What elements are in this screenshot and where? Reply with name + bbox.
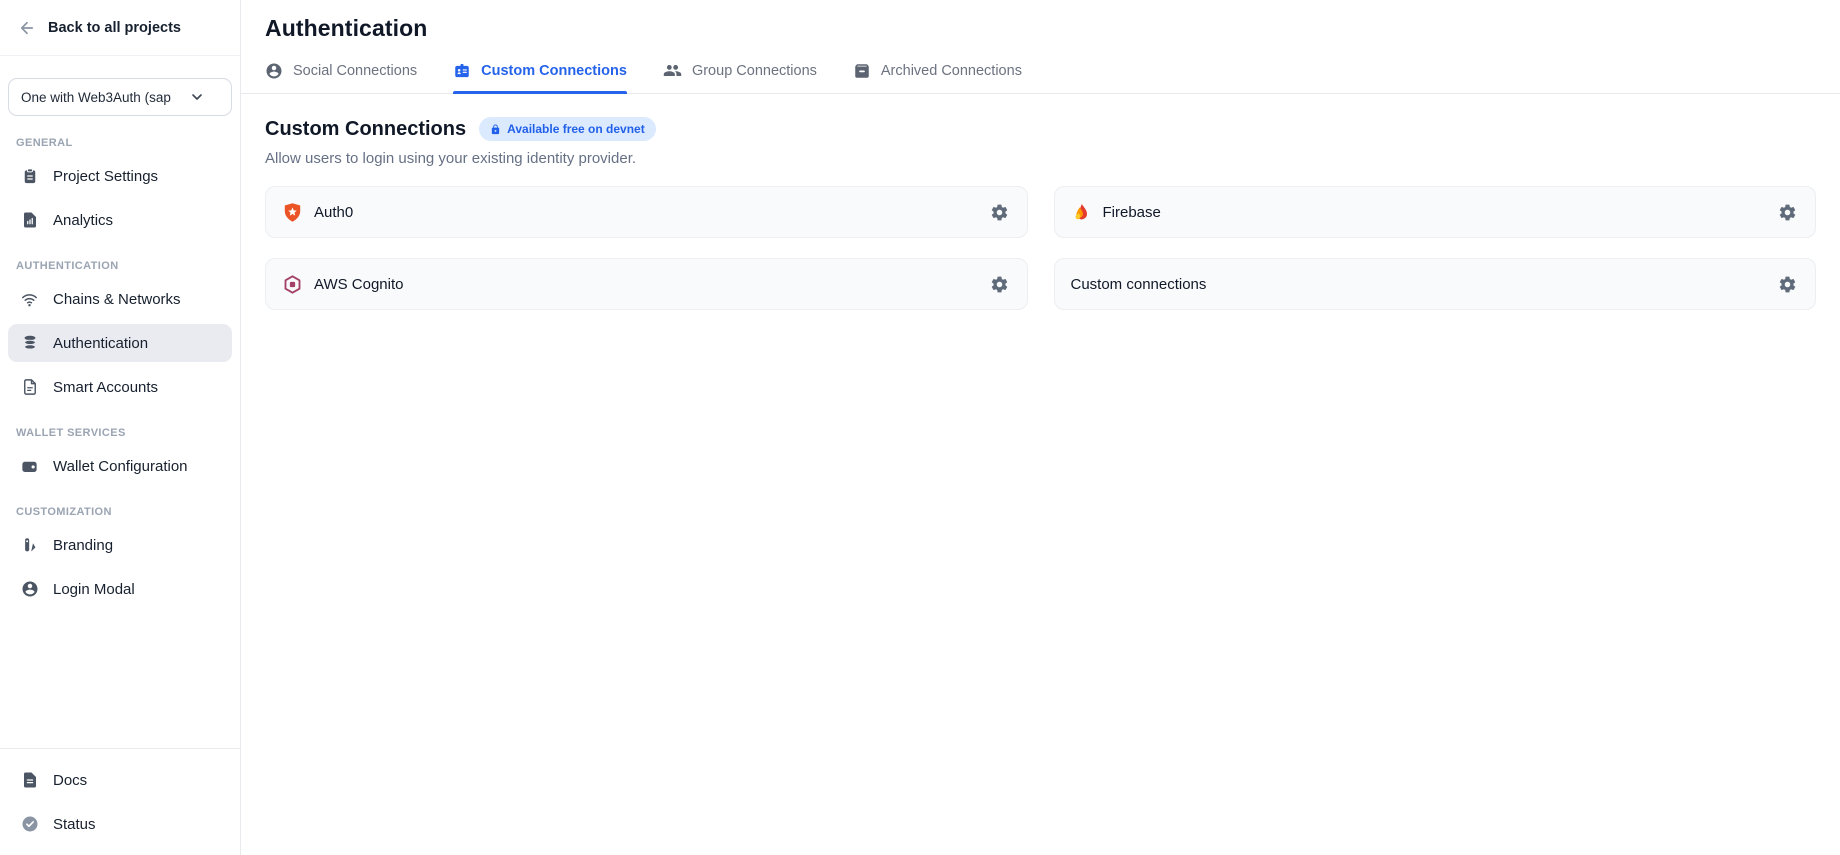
branding-icon <box>20 536 39 554</box>
settings-gear-button[interactable] <box>1776 201 1799 224</box>
main-content: Authentication Social Connections Custom… <box>241 0 1840 855</box>
tab-custom-connections[interactable]: Custom Connections <box>453 61 627 93</box>
connection-card-label: Firebase <box>1103 204 1161 221</box>
sidebar-item-analytics[interactable]: Analytics <box>8 201 232 239</box>
sidebar-item-wallet-configuration[interactable]: Wallet Configuration <box>8 447 232 485</box>
sidebar-item-label: Chains & Networks <box>53 291 181 308</box>
sidebar-item-label: Status <box>53 816 96 833</box>
settings-gear-button[interactable] <box>988 201 1011 224</box>
firebase-logo <box>1071 202 1092 223</box>
sidebar-item-project-settings[interactable]: Project Settings <box>8 157 232 195</box>
file-icon <box>20 378 39 396</box>
sidebar-item-label: Branding <box>53 537 113 554</box>
tab-group-connections[interactable]: Group Connections <box>663 61 817 93</box>
tab-label: Group Connections <box>692 63 817 79</box>
tab-label: Custom Connections <box>481 63 627 79</box>
tab-archived-connections[interactable]: Archived Connections <box>853 61 1022 93</box>
devnet-badge-label: Available free on devnet <box>507 122 645 136</box>
sidebar-item-label: Authentication <box>53 335 148 352</box>
sidebar-item-chains-networks[interactable]: Chains & Networks <box>8 280 232 318</box>
sidebar-item-status[interactable]: Status <box>8 805 232 843</box>
project-selector[interactable]: One with Web3Auth (sap <box>8 78 232 116</box>
auth0-logo <box>282 202 303 223</box>
wallet-icon <box>20 457 39 476</box>
user-circle-icon <box>20 580 39 598</box>
connection-card-custom[interactable]: Custom connections <box>1054 258 1817 310</box>
analytics-icon <box>20 211 39 229</box>
back-to-projects-label: Back to all projects <box>48 20 181 36</box>
sidebar-item-smart-accounts[interactable]: Smart Accounts <box>8 368 232 406</box>
connection-card-label: Custom connections <box>1071 276 1207 293</box>
sidebar-item-docs[interactable]: Docs <box>8 761 232 799</box>
section-label-customization: CUSTOMIZATION <box>16 506 224 518</box>
user-circle-icon <box>265 62 283 80</box>
project-selector-value: One with Web3Auth (sap <box>21 90 189 105</box>
chevron-down-icon <box>189 89 205 105</box>
sidebar-item-label: Wallet Configuration <box>53 458 188 475</box>
group-icon <box>663 61 682 80</box>
docs-icon <box>20 771 39 789</box>
sidebar-item-label: Analytics <box>53 212 113 229</box>
status-check-icon <box>20 815 39 833</box>
sidebar-item-authentication[interactable]: Authentication <box>8 324 232 362</box>
tab-bar: Social Connections Custom Connections Gr… <box>241 61 1840 94</box>
aws-cognito-logo <box>282 274 303 295</box>
database-icon <box>20 334 39 352</box>
connection-card-auth0[interactable]: Auth0 <box>265 186 1028 238</box>
sidebar-item-branding[interactable]: Branding <box>8 526 232 564</box>
badge-icon <box>453 62 471 80</box>
network-icon <box>20 290 39 309</box>
sidebar-nav: GENERAL Project Settings Analytics AUTHE… <box>0 116 240 614</box>
devnet-badge: Available free on devnet <box>479 117 656 141</box>
connection-card-aws-cognito[interactable]: AWS Cognito <box>265 258 1028 310</box>
section-description: Allow users to login using your existing… <box>265 150 1816 167</box>
sidebar-footer: Docs Status <box>0 748 240 855</box>
tab-label: Archived Connections <box>881 63 1022 79</box>
lock-icon <box>490 124 501 135</box>
tab-social-connections[interactable]: Social Connections <box>265 61 417 93</box>
back-to-projects-link[interactable]: Back to all projects <box>0 0 240 56</box>
connection-card-label: AWS Cognito <box>314 276 403 293</box>
sidebar-item-label: Project Settings <box>53 168 158 185</box>
custom-connections-section: Custom Connections Available free on dev… <box>241 94 1840 310</box>
section-label-authentication: AUTHENTICATION <box>16 260 224 272</box>
archive-icon <box>853 62 871 80</box>
connection-card-label: Auth0 <box>314 204 353 221</box>
settings-gear-button[interactable] <box>1776 273 1799 296</box>
section-heading: Custom Connections <box>265 118 466 141</box>
clipboard-icon <box>20 167 39 185</box>
page-title: Authentication <box>241 0 1840 42</box>
sidebar-item-login-modal[interactable]: Login Modal <box>8 570 232 608</box>
connection-cards-grid: Auth0 Firebase AWS Cognito <box>265 186 1816 310</box>
tab-label: Social Connections <box>293 63 417 79</box>
sidebar-item-label: Login Modal <box>53 581 135 598</box>
arrow-left-icon <box>18 19 36 37</box>
sidebar-item-label: Smart Accounts <box>53 379 158 396</box>
settings-gear-button[interactable] <box>988 273 1011 296</box>
section-label-wallet-services: WALLET SERVICES <box>16 427 224 439</box>
connection-card-firebase[interactable]: Firebase <box>1054 186 1817 238</box>
sidebar-item-label: Docs <box>53 772 87 789</box>
sidebar: Back to all projects One with Web3Auth (… <box>0 0 241 855</box>
section-label-general: GENERAL <box>16 137 224 149</box>
